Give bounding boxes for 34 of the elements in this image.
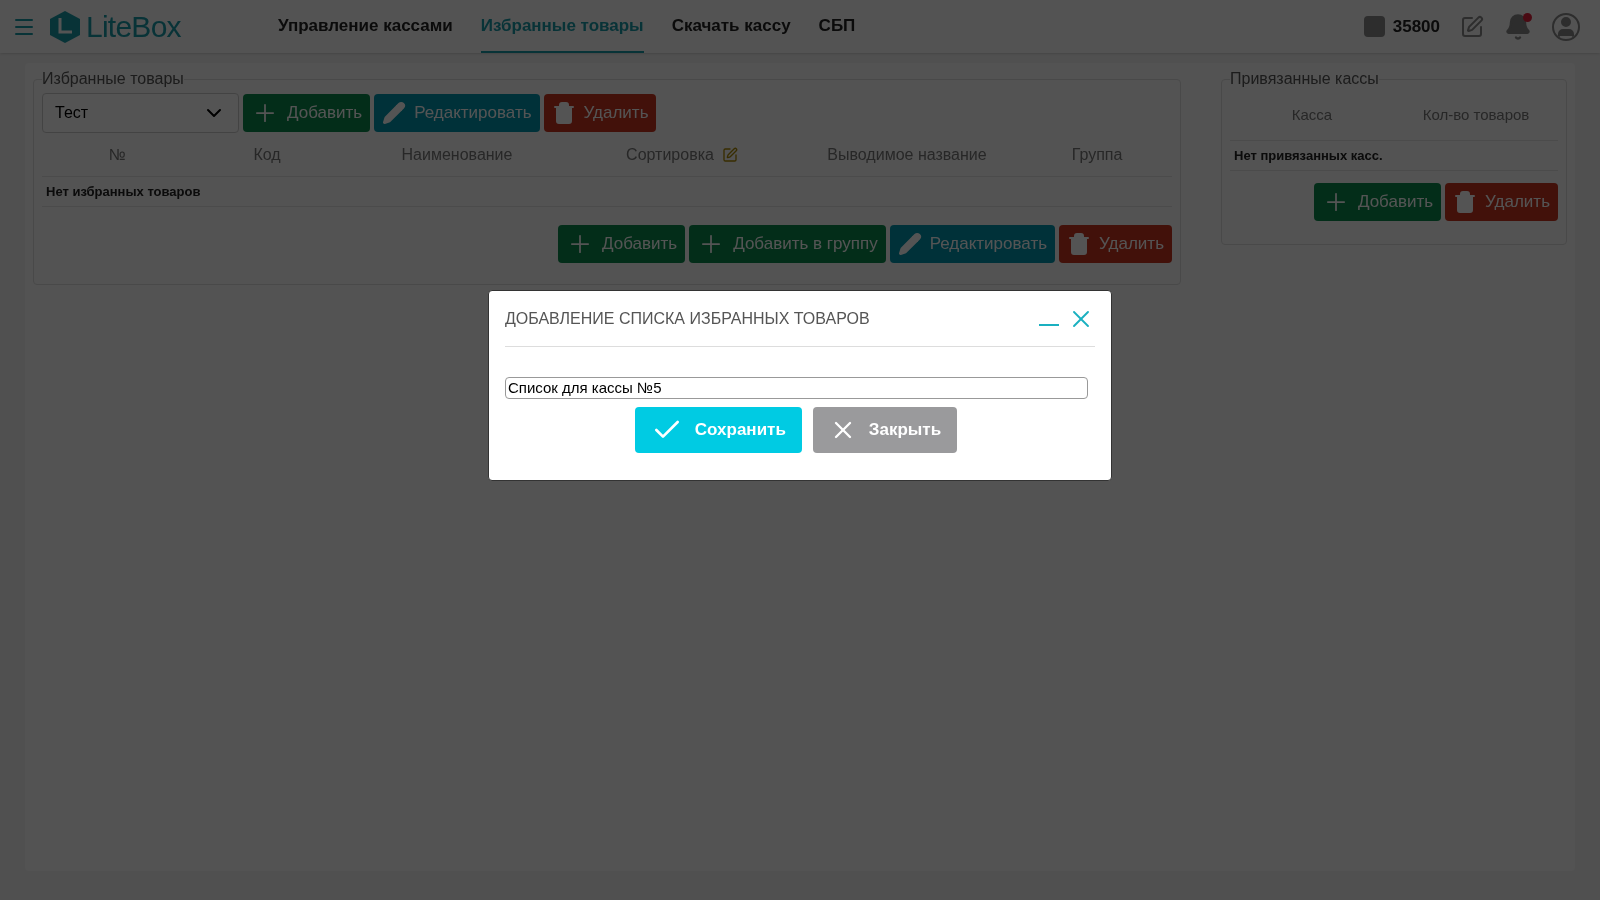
empty-message: Нет избранных товаров — [46, 182, 201, 201]
add-button[interactable]: Добавить — [1313, 183, 1442, 221]
account-id: 35800 — [1392, 15, 1440, 38]
delete-button[interactable]: Удалить — [1445, 183, 1558, 221]
notification-bell-icon[interactable] — [1504, 12, 1532, 41]
add-button[interactable]: Добавить — [243, 94, 371, 132]
logo-text: LiteBox — [86, 9, 181, 45]
save-button[interactable]: Сохранить — [634, 406, 802, 453]
minimize-icon[interactable] — [1039, 323, 1059, 326]
nav-tab[interactable]: СБП — [818, 0, 856, 53]
id-icon — [1363, 16, 1385, 37]
dialog-title: ДОБАВЛЕНИЕ СПИСКА ИЗБРАННЫХ ТОВАРОВ — [505, 308, 870, 329]
nav-tab[interactable]: Управление кассами — [278, 0, 453, 53]
pencil-icon — [382, 101, 407, 125]
delete-button[interactable]: Удалить — [543, 94, 657, 132]
edit-icon[interactable] — [721, 146, 738, 163]
pencil-icon — [897, 232, 922, 256]
edit-button[interactable]: Редактировать — [374, 94, 540, 132]
nav-tab[interactable]: Скачать кассу — [671, 0, 791, 53]
nav-tab[interactable]: Избранные товары — [480, 0, 644, 53]
add-button[interactable]: Добавить в группу — [689, 225, 886, 263]
trash-icon — [551, 101, 576, 125]
trash-icon — [1453, 190, 1478, 214]
add-button[interactable]: Добавить — [558, 225, 686, 263]
logo-icon — [48, 9, 82, 44]
name-input-field[interactable]: Список для кассы №5 — [505, 377, 1088, 399]
close-button[interactable]: Закрыть — [812, 406, 958, 453]
column-header: № — [108, 144, 126, 165]
delete-button[interactable]: Удалить — [1059, 225, 1172, 263]
avatar-icon[interactable] — [1552, 12, 1580, 41]
trash-icon — [1067, 232, 1092, 256]
list-select[interactable]: Тест — [42, 93, 239, 133]
edit-button[interactable]: Редактировать — [889, 225, 1056, 263]
empty-message: Нет привязанных касс. — [1234, 146, 1383, 165]
